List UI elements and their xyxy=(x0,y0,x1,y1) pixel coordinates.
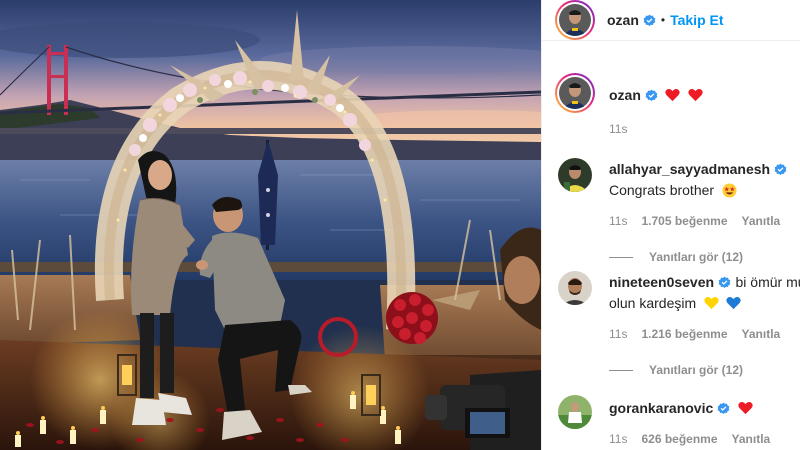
comments-list: ozan 11s allahyar_sayyadmanesh Congrats … xyxy=(542,70,800,450)
comment-item: allahyar_sayyadmanesh Congrats brother 1… xyxy=(542,155,800,269)
follow-button[interactable]: Takip Et xyxy=(670,12,723,28)
header-avatar[interactable] xyxy=(555,0,595,40)
comment-text-line2: olun kardeşim xyxy=(609,295,697,311)
verified-badge-icon xyxy=(774,163,787,175)
comment-likes[interactable]: 1.705 beğenme xyxy=(641,214,727,228)
verified-badge-icon xyxy=(718,276,731,288)
post-photo[interactable] xyxy=(0,0,541,450)
comment-item: gorankaranovic 11s 626 beğenme Yanıtla xyxy=(542,393,800,450)
verified-badge-icon xyxy=(643,14,656,26)
comment-likes[interactable]: 1.216 beğenme xyxy=(641,327,727,341)
caption-username[interactable]: ozan xyxy=(609,87,641,103)
avatar-ozan-image xyxy=(559,4,591,36)
comment-username[interactable]: allahyar_sayyadmanesh xyxy=(609,161,770,177)
comment-item: nineteen0seven bi ömür mu olun kardeşim … xyxy=(542,269,800,393)
view-replies-button[interactable]: Yanıtları gör (12) xyxy=(609,363,800,377)
avatar-nineteen0seven-image xyxy=(558,271,592,305)
comment-avatar[interactable] xyxy=(558,271,592,305)
comment-likes[interactable]: 626 beğenme xyxy=(641,432,717,446)
header-username[interactable]: ozan xyxy=(607,12,639,28)
avatar-ozan-image xyxy=(559,77,591,109)
comment-avatar[interactable] xyxy=(558,395,592,429)
comment-time: 11s xyxy=(609,214,628,228)
comment-time: 11s xyxy=(609,432,628,446)
yellow-heart-icon xyxy=(703,296,719,310)
red-heart-icon xyxy=(665,88,681,102)
comment-avatar[interactable] xyxy=(558,158,592,192)
star-struck-emoji-icon xyxy=(721,183,737,198)
view-replies-button[interactable]: Yanıtları gör (12) xyxy=(609,250,800,264)
comment-text: Congrats brother xyxy=(609,182,715,198)
blue-heart-icon xyxy=(726,296,741,310)
view-replies-label: Yanıtları gör (12) xyxy=(649,250,744,264)
red-heart-icon xyxy=(738,401,753,415)
avatar-allahyar-image xyxy=(558,158,592,192)
replies-divider xyxy=(609,369,633,371)
caption-time: 11s xyxy=(609,122,628,136)
view-replies-label: Yanıtları gör (12) xyxy=(649,363,744,377)
reply-button[interactable]: Yanıtla xyxy=(732,432,771,446)
comment-text: bi ömür mu xyxy=(735,274,800,290)
comment-time: 11s xyxy=(609,327,628,341)
comment-username[interactable]: gorankaranovic xyxy=(609,400,713,416)
photo-scene xyxy=(0,0,541,450)
caption: ozan 11s xyxy=(542,73,800,155)
post-header: ozan • Takip Et xyxy=(542,0,800,41)
reply-button[interactable]: Yanıtla xyxy=(742,327,781,341)
red-heart-icon xyxy=(688,88,703,102)
verified-badge-icon xyxy=(645,89,658,101)
post-side-panel: ozan • Takip Et ozan 11s allahyar_sayyad… xyxy=(541,0,800,450)
caption-avatar[interactable] xyxy=(555,73,595,113)
comment-username[interactable]: nineteen0seven xyxy=(609,274,714,290)
replies-divider xyxy=(609,256,633,258)
verified-badge-icon xyxy=(717,402,730,414)
reply-button[interactable]: Yanıtla xyxy=(742,214,781,228)
avatar-gorankaranovic-image xyxy=(558,395,592,429)
separator-dot: • xyxy=(660,13,666,27)
